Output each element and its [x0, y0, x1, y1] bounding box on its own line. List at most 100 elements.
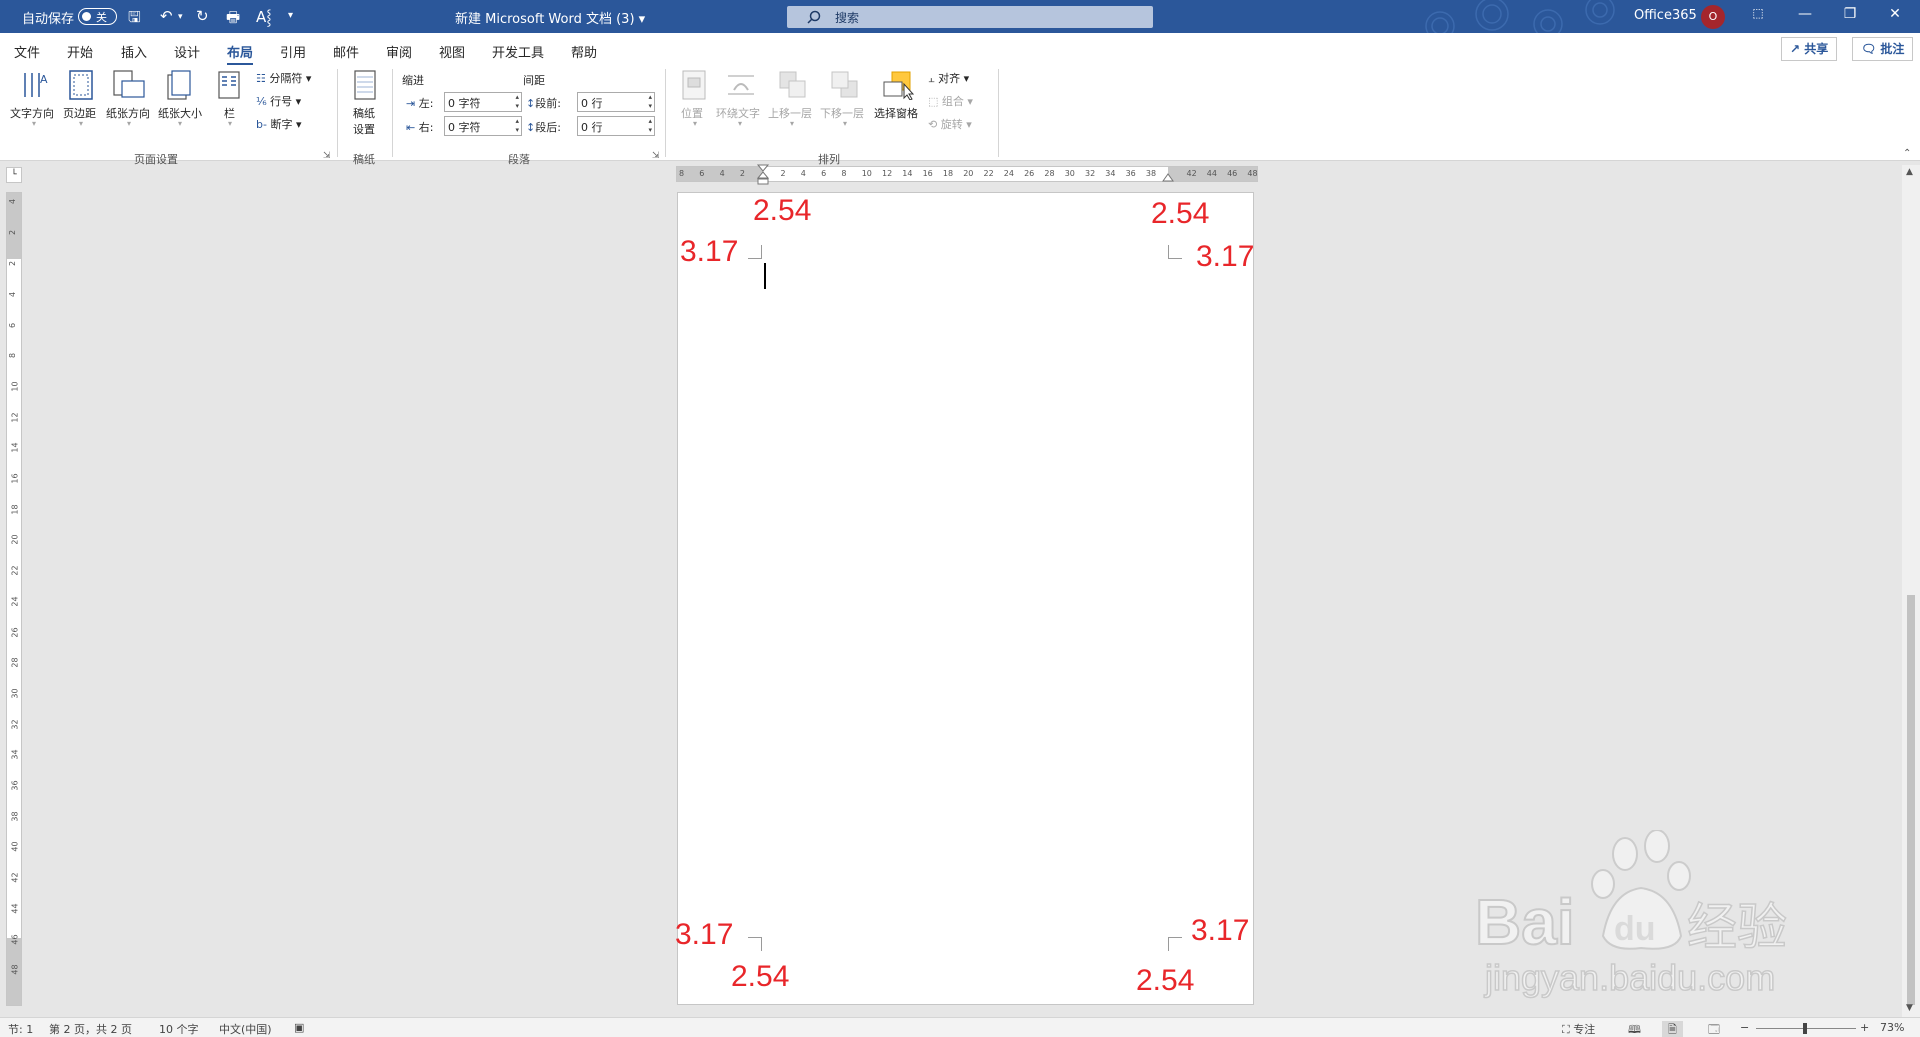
language-indicator[interactable]: 中文(中国) [219, 1021, 272, 1037]
spacing-before-input[interactable]: 0 行 ▴ ▾ [577, 92, 655, 112]
macro-recording-icon[interactable]: ▣ [294, 1021, 304, 1034]
account-name[interactable]: Office365 [1634, 8, 1697, 23]
ruler-tick-label: 48 [1247, 169, 1258, 178]
zoom-out-icon[interactable]: − [1740, 1021, 1749, 1034]
margins-dropdown-icon[interactable]: ▾ [79, 119, 83, 128]
page-indicator[interactable]: 第 2 页，共 2 页 [49, 1021, 132, 1037]
tab-home[interactable]: 开始 [67, 42, 93, 61]
focus-label: 专注 [1573, 1023, 1596, 1036]
tab-selector-icon[interactable]: └ [6, 167, 22, 183]
tab-insert[interactable]: 插入 [121, 42, 147, 61]
customize-icon[interactable]: ▾ [288, 10, 293, 21]
focus-mode[interactable]: ⛶ 专注 [1562, 1021, 1595, 1037]
position-dropdown-icon[interactable]: ▾ [693, 119, 697, 128]
ribbon-display-icon[interactable]: ⬚ [1738, 6, 1778, 20]
collapse-ribbon-icon[interactable]: ⌃ [1903, 148, 1911, 159]
arrange-group-label: 排列 [818, 153, 840, 166]
tab-view[interactable]: 视图 [439, 42, 465, 61]
position-button[interactable]: 位置 [681, 105, 703, 121]
tab-mailings[interactable]: 邮件 [333, 42, 359, 61]
ruler-tick-label: 28 [1044, 169, 1055, 178]
undo-dropdown-icon[interactable]: ▾ [178, 12, 183, 22]
tab-developer[interactable]: 开发工具 [492, 42, 544, 61]
word-count[interactable]: 10 个字 [159, 1021, 199, 1037]
line-numbers-label: 行号 [270, 95, 293, 108]
minimize-icon[interactable]: — [1785, 6, 1825, 22]
indent-marker-icon[interactable] [757, 164, 769, 186]
orientation-icon [113, 70, 145, 98]
ruler-tick-label: 18 [942, 169, 954, 178]
page-setup-launcher-icon[interactable]: ⇲ [323, 151, 331, 161]
tab-file[interactable]: 文件 [14, 42, 40, 61]
read-mode-icon[interactable]: 🕮 [1628, 1021, 1641, 1037]
text-direction-dropdown-icon[interactable]: ▾ [32, 119, 36, 128]
vertical-ruler[interactable]: 4 2 2 4 6 8 10 12 14 16 18 20 22 24 26 28 30 32 34 36 38 40 42… [6, 192, 22, 1006]
search-box[interactable]: 搜索 [787, 6, 1153, 28]
spinner-icon[interactable]: ▴ ▾ [648, 93, 652, 111]
read-aloud-icon[interactable]: A⸾ [256, 7, 272, 27]
avatar[interactable]: O [1701, 5, 1725, 29]
tab-references[interactable]: 引用 [280, 42, 306, 61]
tab-design[interactable]: 设计 [174, 42, 200, 61]
comments-button[interactable]: 🗨 批注 [1852, 37, 1914, 61]
spinner-icon[interactable]: ▴ ▾ [515, 117, 519, 135]
ruler-tick-label: 4 [8, 291, 18, 297]
ruler-tick-label: 24 [10, 596, 20, 607]
undo-icon[interactable]: ↶ [160, 7, 173, 25]
breaks-button[interactable]: ☷ 分隔符 ▾ [256, 70, 311, 86]
document-title[interactable]: 新建 Microsoft Word 文档 (3) ▾ [455, 8, 645, 27]
rotate-label: 旋转 [940, 118, 963, 131]
ruler-tick-label: 14 [902, 169, 913, 178]
zoom-level[interactable]: 73% [1880, 1021, 1904, 1034]
save-icon[interactable]: 🖫 [128, 7, 141, 32]
bring-forward-dropdown-icon[interactable]: ▾ [790, 119, 794, 128]
selection-pane-button[interactable]: 选择窗格 [874, 105, 918, 121]
horizontal-ruler[interactable]: 8 6 4 2 2 4 6 8 10 12 14 16 18 20 22 24 26 28 30 32 34 36 38 42… [676, 164, 1258, 185]
ruler-tick-label: 34 [1105, 169, 1116, 178]
spinner-icon[interactable]: ▴ ▾ [515, 93, 519, 111]
line-numbers-button[interactable]: ⅙ 行号 ▾ [256, 93, 301, 109]
indent-left-input[interactable]: 0 字符 ▴ ▾ [444, 92, 522, 112]
spacing-after-input[interactable]: 0 行 ▴ ▾ [577, 116, 655, 136]
scroll-up-icon[interactable]: ▲ [1906, 167, 1913, 177]
align-button[interactable]: ⫠ 对齐 ▾ [928, 70, 969, 86]
tab-layout[interactable]: 布局 [227, 42, 254, 66]
close-icon[interactable]: ✕ [1875, 6, 1915, 22]
scroll-thumb[interactable] [1907, 595, 1915, 1005]
paragraph-launcher-icon[interactable]: ⇲ [652, 151, 660, 161]
indent-left-icon: ⇥ [406, 97, 416, 110]
margin-annotation-left-bottom: 3.17 [675, 918, 734, 951]
share-button[interactable]: ↗ 共享 [1781, 37, 1838, 61]
size-dropdown-icon[interactable]: ▾ [178, 119, 182, 128]
right-indent-marker-icon[interactable] [1162, 170, 1174, 182]
redo-icon[interactable]: ↻ [196, 7, 209, 25]
hyphenation-button[interactable]: b‐ 断字 ▾ [256, 116, 301, 132]
spinner-icon[interactable]: ▴ ▾ [648, 117, 652, 135]
columns-dropdown-icon[interactable]: ▾ [228, 119, 232, 128]
zoom-slider[interactable] [1756, 1023, 1856, 1034]
wrap-text-dropdown-icon[interactable]: ▾ [738, 119, 742, 128]
vertical-scrollbar[interactable]: ▲ ▼ [1902, 165, 1920, 1017]
send-backward-button[interactable]: 下移一层 [820, 105, 864, 121]
group-button[interactable]: ⬚ 组合 ▾ [928, 93, 973, 109]
scroll-down-icon[interactable]: ▼ [1906, 1003, 1913, 1013]
section-indicator[interactable]: 节: 1 [8, 1021, 33, 1037]
ruler-tick-label: 20 [963, 169, 974, 178]
indent-right-input[interactable]: 0 字符 ▴ ▾ [444, 116, 522, 136]
web-layout-icon[interactable]: 🗔 [1708, 1021, 1720, 1037]
restore-icon[interactable]: ❐ [1830, 6, 1870, 22]
align-label: 对齐 [938, 72, 961, 85]
send-backward-dropdown-icon[interactable]: ▾ [843, 119, 847, 128]
orientation-dropdown-icon[interactable]: ▾ [127, 119, 131, 128]
autosave-toggle[interactable]: 关 [78, 8, 117, 25]
print-preview-icon[interactable]: 🖶 [226, 7, 240, 32]
rotate-button[interactable]: ⟲ 旋转 ▾ [928, 116, 972, 132]
manuscript-settings-button[interactable]: 稿纸 设置 [353, 105, 375, 137]
print-layout-icon[interactable]: 🗎 [1662, 1021, 1683, 1037]
tab-review[interactable]: 审阅 [386, 42, 412, 61]
tab-help[interactable]: 帮助 [571, 42, 597, 61]
indent-left-label: ⇥ 左: [406, 95, 433, 111]
document-page[interactable]: 2.54 3.17 2.54 3.17 3.17 2.54 3.17 2.54 [675, 192, 1254, 1005]
zoom-in-icon[interactable]: + [1860, 1021, 1869, 1034]
zoom-slider-thumb[interactable] [1802, 1023, 1807, 1034]
